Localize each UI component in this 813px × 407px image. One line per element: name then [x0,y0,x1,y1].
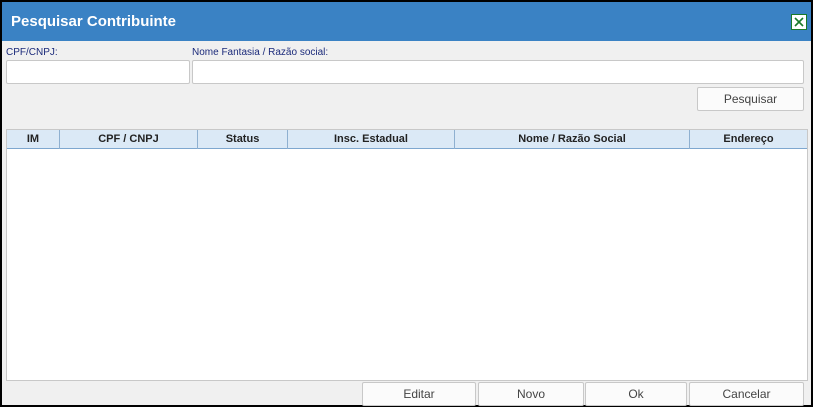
column-header-im[interactable]: IM [7,130,60,149]
cpf-label: CPF/CNPJ: [6,47,58,58]
close-button[interactable] [791,14,807,30]
edit-button[interactable]: Editar [362,382,476,406]
new-button[interactable]: Novo [478,382,584,406]
column-header-cpf-cnpj[interactable]: CPF / CNPJ [60,130,198,149]
search-contributor-dialog: Pesquisar Contribuinte CPF/CNPJ: Nome Fa… [0,0,813,407]
nome-label: Nome Fantasia / Razão social: [192,47,329,58]
ok-button[interactable]: Ok [585,382,687,406]
close-icon [794,17,804,27]
nome-input[interactable] [192,60,804,84]
column-header-status[interactable]: Status [198,130,288,149]
dialog-title: Pesquisar Contribuinte [11,13,177,30]
dialog-titlebar: Pesquisar Contribuinte [2,2,811,41]
column-header-nome-razao-social[interactable]: Nome / Razão Social [455,130,690,149]
cpf-input[interactable] [6,60,190,84]
table-body [7,150,807,380]
table-header: IM CPF / CNPJ Status Insc. Estadual Nome… [7,130,807,149]
column-header-insc-estadual[interactable]: Insc. Estadual [288,130,455,149]
results-table: IM CPF / CNPJ Status Insc. Estadual Nome… [6,129,808,381]
column-header-endereco[interactable]: Endereço [690,130,807,149]
action-bar: Editar Novo Ok Cancelar [2,382,811,406]
search-button[interactable]: Pesquisar [697,87,804,111]
cancel-button[interactable]: Cancelar [689,382,804,406]
